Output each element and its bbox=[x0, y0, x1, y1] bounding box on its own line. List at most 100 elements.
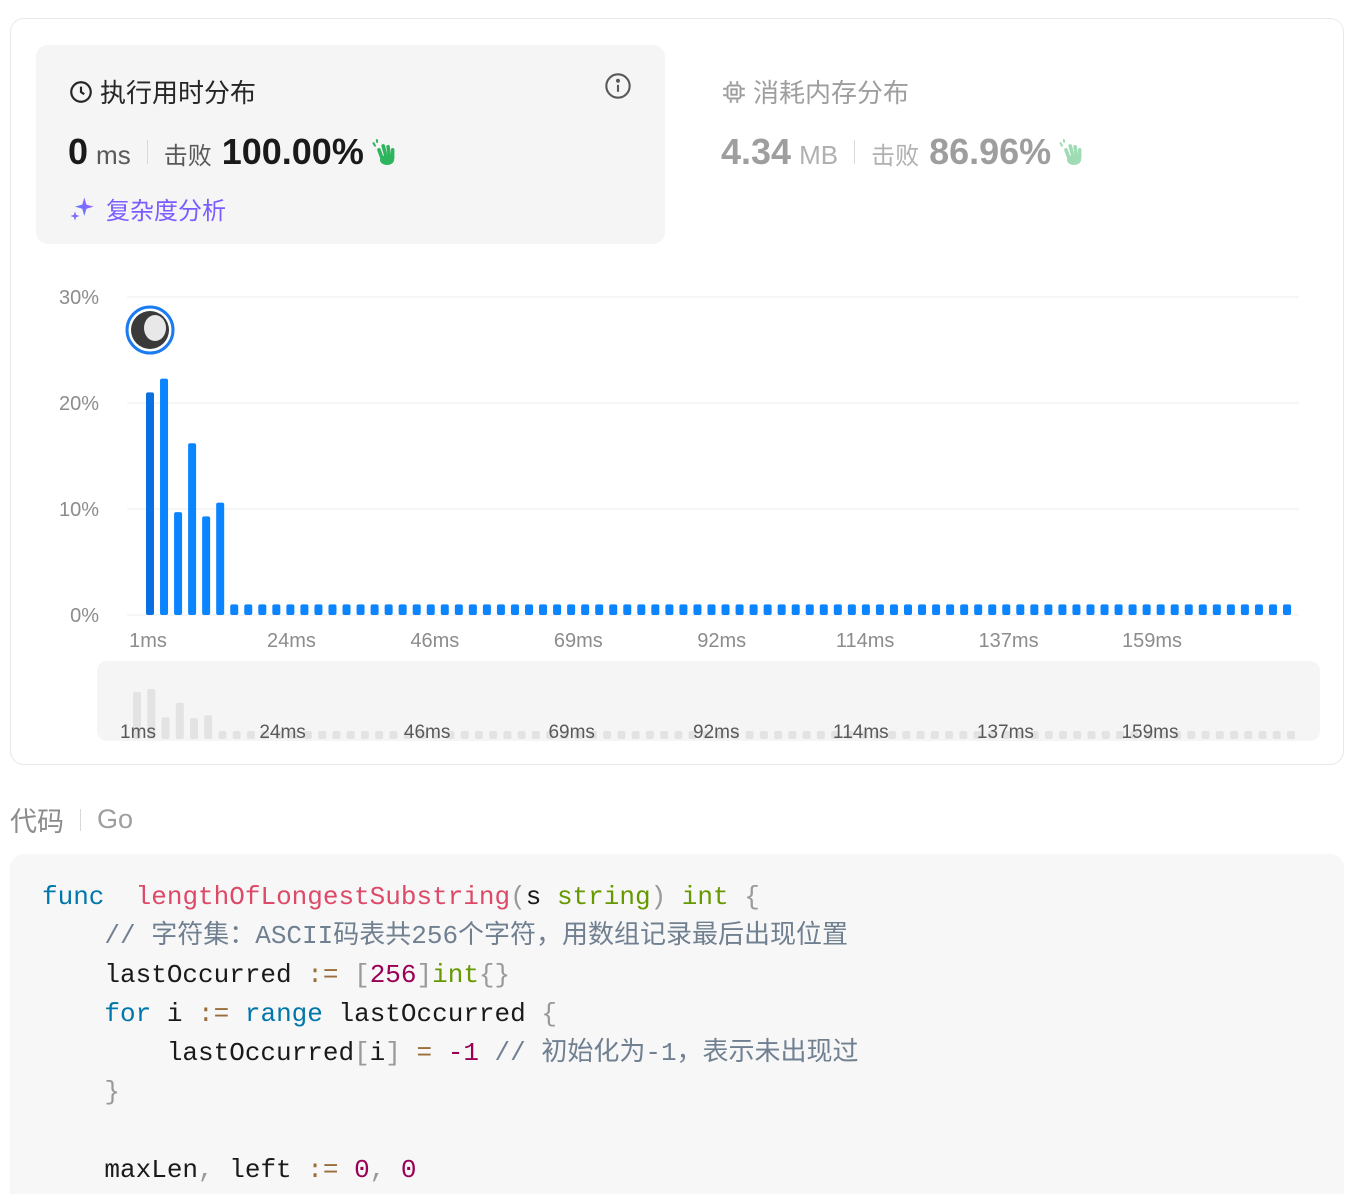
chart-bar bbox=[1226, 604, 1235, 615]
chart-bar bbox=[665, 604, 674, 615]
chip-icon bbox=[723, 80, 745, 103]
chart-bar bbox=[581, 604, 590, 615]
chart-bar bbox=[735, 604, 744, 615]
chart-bar bbox=[889, 604, 898, 615]
chart-bar bbox=[510, 604, 519, 615]
mini-chart-bar bbox=[346, 731, 355, 739]
memory-title: 消耗内存分布 bbox=[721, 73, 909, 110]
code-token: ( bbox=[510, 882, 526, 912]
chart-bar bbox=[356, 604, 365, 615]
chart-bar bbox=[1184, 604, 1193, 615]
mini-chart-bar bbox=[788, 731, 797, 739]
mini-chart-bar bbox=[1187, 731, 1196, 739]
chart-bar bbox=[553, 604, 562, 615]
runtime-beat-label: 击败 bbox=[163, 143, 212, 170]
complexity-analysis-link[interactable]: 复杂度分析 bbox=[68, 191, 226, 226]
chart-bar bbox=[847, 604, 856, 615]
mini-chart-bar bbox=[1272, 731, 1281, 739]
code-token: lastOccurred bbox=[322, 999, 542, 1029]
chart-bar bbox=[595, 604, 604, 615]
mini-chart-bar bbox=[645, 731, 654, 739]
mini-chart-bar bbox=[531, 731, 540, 739]
chart-bar bbox=[314, 604, 323, 615]
mini-chart-bar bbox=[489, 731, 498, 739]
memory-unit: MB bbox=[799, 140, 839, 170]
chart-range-slider[interactable]: 1ms 24ms 46ms 69ms 92ms 114ms 137ms 159ms bbox=[97, 661, 1320, 741]
mini-chart-bar bbox=[360, 731, 369, 739]
mini-chart-svg: 1ms 24ms 46ms 69ms 92ms 114ms 137ms 159ms bbox=[120, 689, 1295, 741]
code-token: } bbox=[104, 1077, 121, 1107]
code-language: Go bbox=[97, 804, 134, 834]
code-token: s bbox=[525, 882, 557, 912]
chart-bar bbox=[1058, 604, 1067, 615]
mini-chart-bar bbox=[745, 731, 754, 739]
runtime-chart-svg: 30% 20% 10% 0% 1ms 24ms 46ms 69ms 92ms 114ms 137ms… bbox=[59, 287, 1299, 652]
mini-chart-bar bbox=[1059, 731, 1068, 739]
mini-chart-bar bbox=[1287, 731, 1295, 739]
mini-chart-bar bbox=[332, 731, 341, 739]
mini-chart-bar bbox=[631, 731, 640, 739]
chart-bar bbox=[777, 604, 786, 615]
chart-bar bbox=[1156, 604, 1165, 615]
chart-bar bbox=[272, 604, 281, 615]
chart-bar bbox=[539, 604, 548, 615]
info-icon[interactable] bbox=[604, 72, 632, 100]
chart-bar bbox=[244, 604, 253, 615]
code-token: {} bbox=[478, 960, 511, 990]
mini-x-tick-label: 159ms bbox=[1121, 722, 1178, 741]
code-token: { bbox=[728, 882, 760, 912]
clock-icon bbox=[70, 80, 92, 103]
code-token: 0 bbox=[354, 1155, 370, 1185]
complexity-label: 复杂度分析 bbox=[106, 198, 226, 225]
mini-chart-bar bbox=[1044, 731, 1053, 739]
chart-bar bbox=[468, 604, 477, 615]
chart-bar bbox=[258, 604, 267, 615]
chart-bar bbox=[1142, 604, 1151, 615]
memory-beat-pct: 86.96% bbox=[929, 131, 1052, 172]
divider bbox=[80, 808, 81, 831]
mini-chart-bar bbox=[218, 731, 227, 739]
mini-chart-bar bbox=[902, 731, 911, 739]
mini-chart-bar bbox=[1073, 731, 1082, 739]
chart-bar bbox=[1268, 604, 1277, 615]
code-token: left bbox=[213, 1155, 308, 1185]
runtime-distribution-chart[interactable]: 30% 20% 10% 0% 1ms 24ms 46ms 69ms 92ms 114ms 137ms… bbox=[11, 264, 1345, 664]
chart-bar bbox=[398, 604, 407, 615]
runtime-panel[interactable]: 执行用时分布 0 ms 击败 100.00% 复杂度分析 bbox=[36, 45, 665, 244]
user-avatar-marker bbox=[125, 305, 175, 355]
code-token: := bbox=[307, 960, 339, 990]
chart-bar bbox=[202, 516, 211, 615]
chart-bar bbox=[679, 604, 688, 615]
mini-chart-bar bbox=[389, 731, 398, 739]
chart-bar bbox=[819, 604, 828, 615]
chart-bar bbox=[160, 378, 169, 615]
memory-panel[interactable]: 消耗内存分布 4.34 MB 击败 86.96% bbox=[691, 45, 1251, 244]
x-tick-label: 46ms bbox=[410, 630, 459, 652]
chart-bar bbox=[805, 604, 814, 615]
y-tick-label: 20% bbox=[59, 393, 99, 415]
x-tick-label: 137ms bbox=[979, 630, 1039, 652]
mini-x-tick-label: 69ms bbox=[548, 722, 594, 741]
mini-x-tick-label: 114ms bbox=[833, 722, 889, 741]
mini-chart-bar bbox=[888, 731, 897, 739]
mini-chart-bar bbox=[474, 731, 483, 739]
code-token: ] bbox=[416, 960, 433, 990]
mini-chart-bar bbox=[1230, 731, 1239, 739]
chart-bar bbox=[1030, 604, 1039, 615]
chart-bar bbox=[370, 604, 379, 615]
clap-hands-icon bbox=[372, 139, 395, 165]
mini-chart-bar bbox=[617, 731, 626, 739]
chart-bar bbox=[1086, 604, 1095, 615]
chart-bar bbox=[440, 604, 449, 615]
code-block[interactable]: func lengthOfLongestSubstring(s string) … bbox=[10, 854, 1344, 1194]
code-token: i bbox=[151, 999, 199, 1029]
code-token: 256 bbox=[369, 960, 417, 990]
code-token: = bbox=[416, 1038, 433, 1068]
chart-bar bbox=[412, 604, 421, 615]
divider bbox=[146, 140, 148, 164]
clap-hands-icon bbox=[1059, 139, 1082, 165]
chart-bar bbox=[946, 604, 955, 615]
